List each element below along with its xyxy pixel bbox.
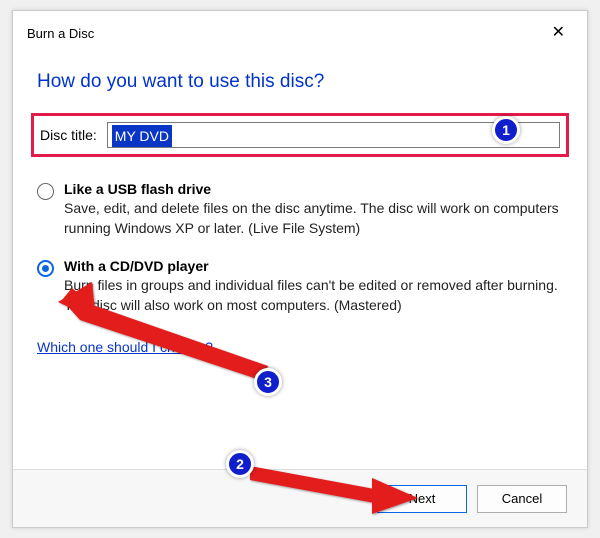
next-button[interactable]: Next [377,485,467,513]
option-player[interactable]: With a CD/DVD player Burn files in group… [37,258,563,315]
help-link[interactable]: Which one should I choose? [37,339,213,355]
burn-disc-dialog: Burn a Disc ✕ How do you want to use thi… [12,10,588,528]
dialog-content: How do you want to use this disc? Disc t… [13,51,587,365]
page-heading: How do you want to use this disc? [37,71,563,93]
radio-player[interactable] [37,260,54,277]
option-player-text: With a CD/DVD player Burn files in group… [64,258,563,315]
disc-title-label: Disc title: [40,127,97,143]
option-usb-text: Like a USB flash drive Save, edit, and d… [64,181,563,238]
option-player-desc: Burn files in groups and individual file… [64,276,563,315]
cancel-button[interactable]: Cancel [477,485,567,513]
option-usb-desc: Save, edit, and delete files on the disc… [64,199,563,238]
option-player-title: With a CD/DVD player [64,258,563,274]
annotation-badge-2: 2 [226,450,254,478]
window-title: Burn a Disc [27,26,94,41]
dialog-footer: Next Cancel [13,469,587,527]
option-usb-title: Like a USB flash drive [64,181,563,197]
disc-title-value: MY DVD [112,125,172,147]
annotation-badge-3: 3 [254,368,282,396]
disc-title-row: Disc title: MY DVD [31,113,569,157]
title-bar: Burn a Disc ✕ [13,11,587,51]
option-usb[interactable]: Like a USB flash drive Save, edit, and d… [37,181,563,238]
close-icon[interactable]: ✕ [544,21,573,45]
annotation-badge-1: 1 [492,116,520,144]
radio-usb[interactable] [37,183,54,200]
